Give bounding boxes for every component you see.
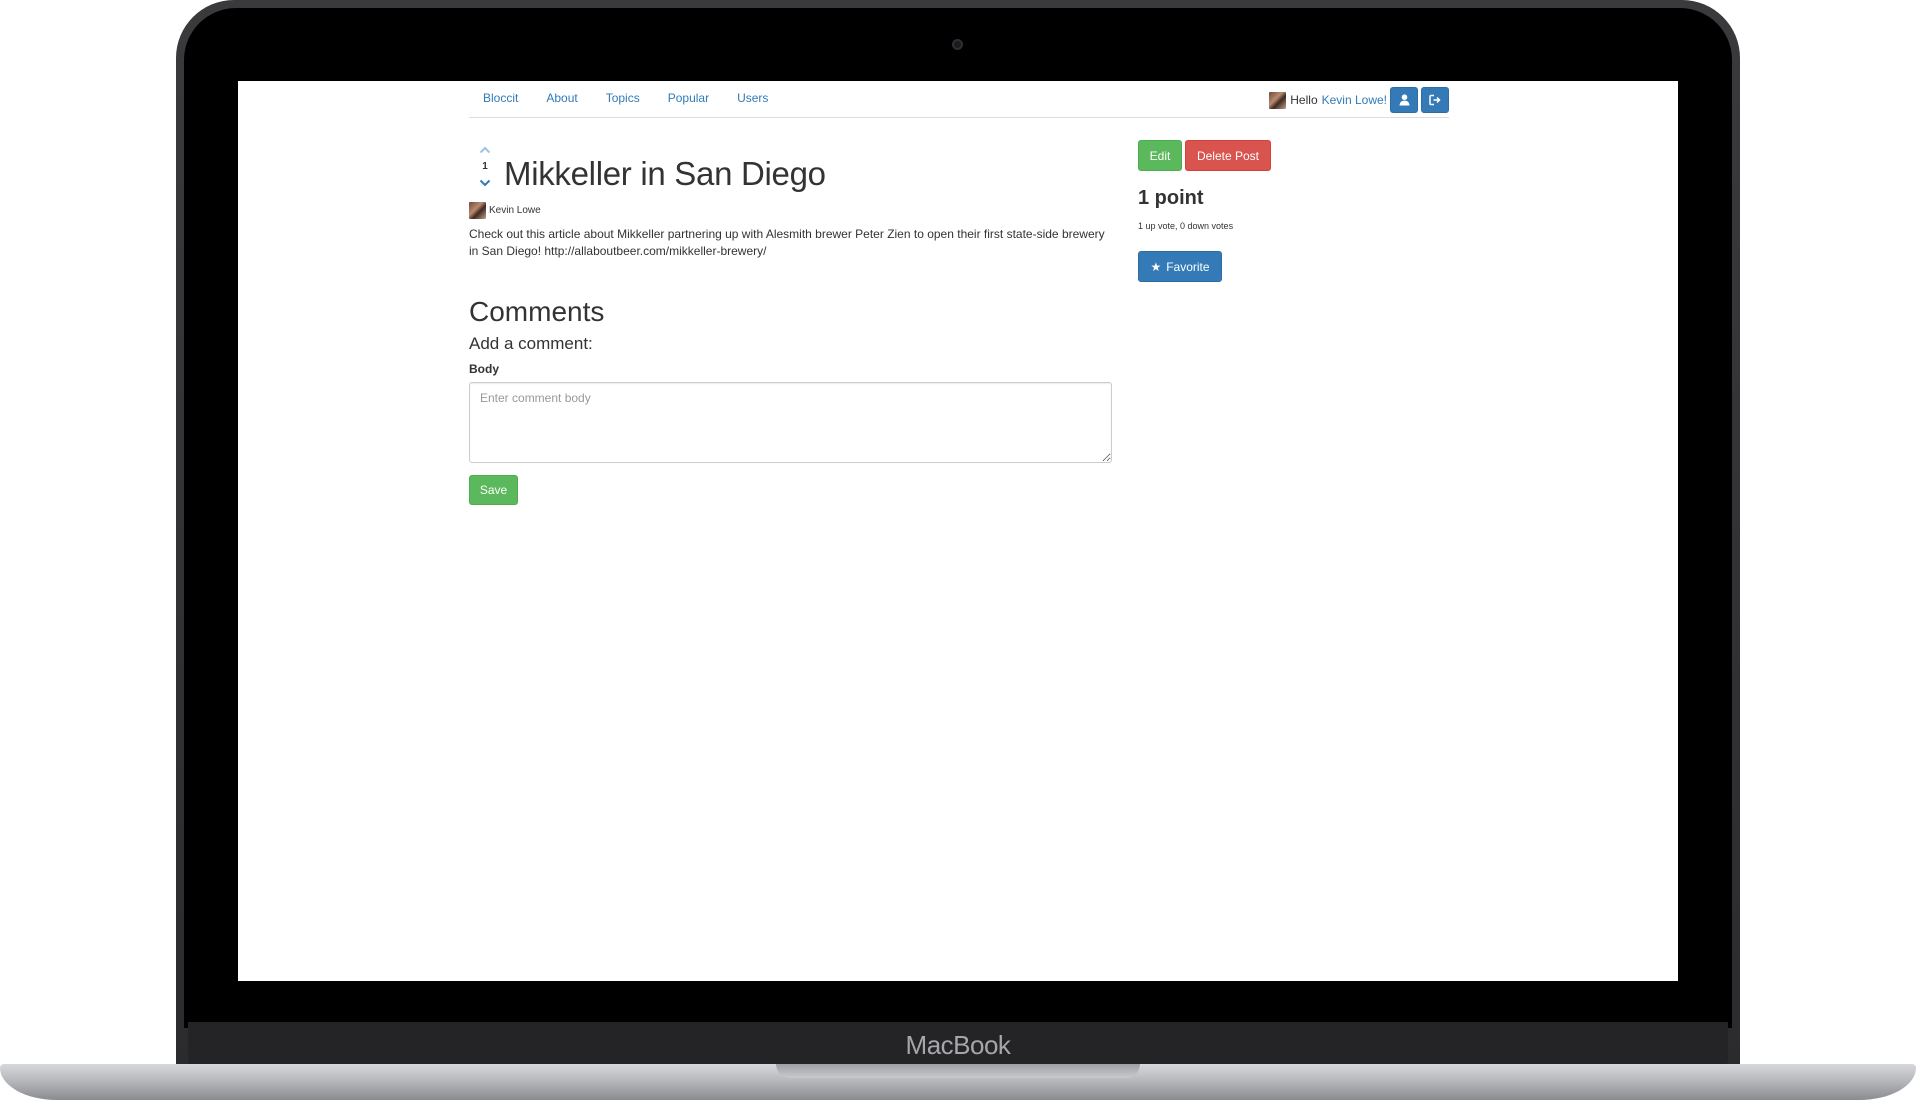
comment-body-input[interactable]	[469, 382, 1112, 463]
favorite-button[interactable]: ★ Favorite	[1138, 251, 1222, 282]
nav-link-about[interactable]: About	[532, 81, 591, 115]
comments-heading: Comments	[469, 296, 605, 327]
device-brand: MacBook	[905, 1030, 1011, 1060]
save-comment-button[interactable]: Save	[469, 475, 518, 505]
greeting-text: Hello	[1290, 93, 1318, 107]
post-title: Mikkeller in San Diego	[504, 155, 826, 192]
laptop-notch	[776, 1064, 1140, 1078]
delete-post-button[interactable]: Delete Post	[1185, 140, 1271, 171]
favorite-label: Favorite	[1166, 259, 1210, 274]
upvote-button[interactable]	[477, 141, 493, 159]
browser-viewport: Bloccit About Topics Popular Users Hello…	[238, 81, 1678, 981]
chevron-down-icon	[479, 179, 491, 187]
author-avatar	[469, 202, 486, 219]
nav-links: Bloccit About Topics Popular Users	[469, 81, 782, 115]
downvote-button[interactable]	[477, 174, 493, 192]
nav-link-topics[interactable]: Topics	[592, 81, 654, 115]
user-avatar	[1269, 91, 1287, 109]
nav-link-users[interactable]: Users	[723, 81, 782, 115]
nav-link-bloccit[interactable]: Bloccit	[469, 81, 532, 115]
user-icon	[1399, 94, 1409, 106]
user-profile-link[interactable]: Kevin Lowe!	[1322, 93, 1387, 107]
logout-button[interactable]	[1421, 87, 1449, 113]
camera-icon	[952, 39, 963, 50]
votes-summary: 1 up vote, 0 down votes	[1138, 221, 1234, 231]
nav-link-popular[interactable]: Popular	[654, 81, 723, 115]
comment-body-label: Body	[469, 362, 499, 376]
post-points: 1 point	[1138, 187, 1204, 209]
vote-count: 1	[482, 161, 488, 172]
sign-out-icon	[1429, 94, 1441, 106]
post-author: Kevin Lowe	[469, 202, 541, 219]
user-area: Hello Kevin Lowe!	[1269, 87, 1449, 113]
add-comment-heading: Add a comment:	[469, 334, 593, 353]
post-body: Check out this article about Mikkeller p…	[469, 227, 1105, 258]
chevron-up-icon	[479, 146, 491, 154]
vote-controls: 1	[477, 141, 493, 192]
edit-post-button[interactable]: Edit	[1138, 140, 1182, 171]
profile-button[interactable]	[1390, 87, 1418, 113]
star-icon: ★	[1150, 259, 1162, 274]
navbar: Bloccit About Topics Popular Users Hello…	[469, 81, 1449, 118]
author-name: Kevin Lowe	[489, 205, 541, 216]
